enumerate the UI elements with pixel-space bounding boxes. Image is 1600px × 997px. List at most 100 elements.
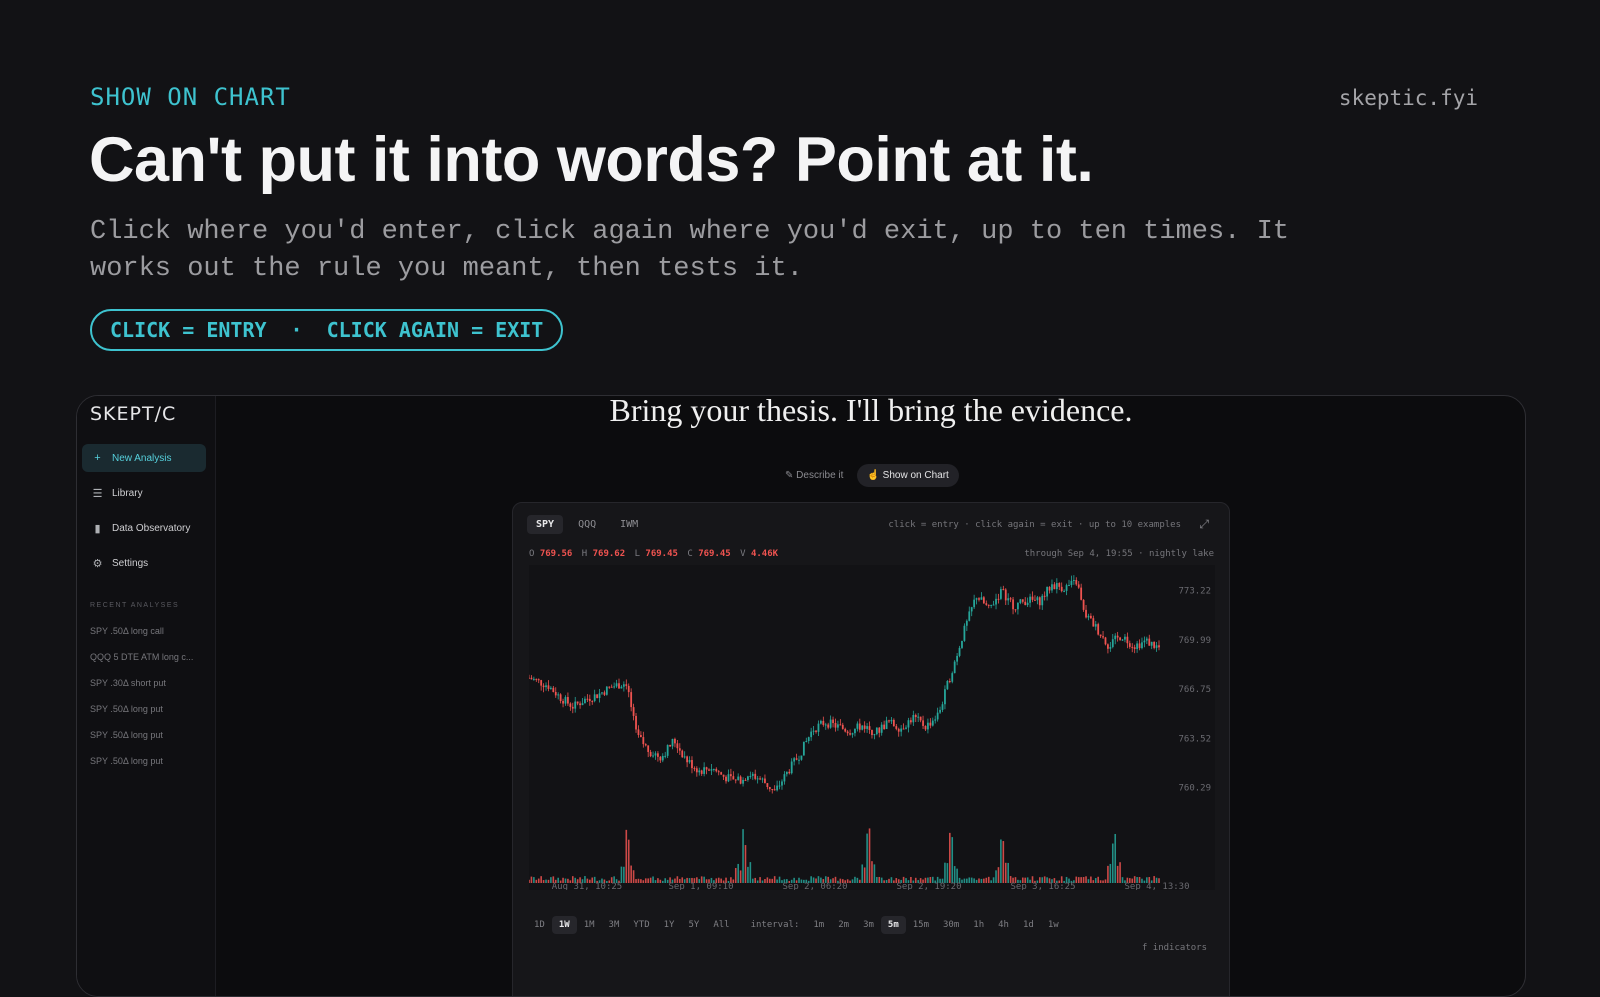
volume-bar — [659, 879, 662, 883]
candle-body — [815, 730, 817, 732]
candle-body — [1031, 596, 1034, 600]
x-tick-label: Sep 2, 06:20 — [782, 882, 847, 890]
volume-bar — [630, 865, 632, 883]
candle-body — [999, 589, 1002, 599]
y-tick-label: 760.29 — [1178, 784, 1211, 794]
candle-body — [834, 722, 837, 728]
interval-4h[interactable]: 4h — [991, 916, 1016, 934]
recent-analysis-item[interactable]: SPY .50Δ long put — [90, 748, 200, 774]
recent-analysis-item[interactable]: SPY .50Δ long put — [90, 696, 200, 722]
expand-icon[interactable]: ⤢ — [1199, 517, 1209, 532]
site-domain[interactable]: skeptic.fyi — [1339, 86, 1478, 110]
interval-1h[interactable]: 1h — [966, 916, 991, 934]
range-1y[interactable]: 1Y — [657, 916, 682, 934]
range-3m[interactable]: 3M — [602, 916, 627, 934]
ticker-tab-iwm[interactable]: IWM — [611, 515, 647, 534]
volume-bar — [756, 880, 759, 883]
recent-analysis-item[interactable]: SPY .30Δ short put — [90, 670, 200, 696]
indicators-link[interactable]: f indicators — [1142, 943, 1207, 953]
volume-bar — [537, 878, 540, 883]
volume-bar — [545, 879, 547, 883]
plus-icon: + — [94, 452, 101, 464]
timeframe-bar: 1D 1W 1M 3M YTD 1Y 5Y All interval: 1m 2m 3m 5m 15m 30… — [527, 916, 1066, 934]
range-5y[interactable]: 5Y — [681, 916, 706, 934]
candle-body — [647, 745, 650, 752]
x-tick-label: Sep 3, 16:25 — [1010, 882, 1075, 890]
candle-body — [1145, 638, 1148, 641]
interval-30m[interactable]: 30m — [936, 916, 966, 934]
candle-body — [744, 779, 747, 781]
range-all[interactable]: All — [706, 916, 736, 934]
range-1d[interactable]: 1D — [527, 916, 552, 934]
candle-body — [773, 789, 776, 791]
candle-body — [659, 756, 662, 761]
sidebar-item-settings[interactable]: ⚙ Settings — [82, 549, 206, 577]
volume-bar — [856, 877, 859, 883]
candle-body — [851, 733, 854, 735]
ohlc-high: 769.62 — [592, 549, 626, 559]
volume-bar — [1099, 880, 1102, 883]
interval-2m[interactable]: 2m — [831, 916, 856, 934]
interval-1w[interactable]: 1w — [1041, 916, 1066, 934]
interval-1m[interactable]: 1m — [806, 916, 831, 934]
candle-body — [671, 738, 674, 747]
candle-body — [980, 597, 983, 600]
range-1m[interactable]: 1M — [577, 916, 602, 934]
candle-body — [868, 726, 871, 730]
ticker-tab-qqq[interactable]: QQQ — [569, 515, 605, 534]
candle-body — [588, 698, 591, 702]
candle-body — [858, 723, 861, 730]
candle-body — [601, 692, 603, 694]
candle-body — [1121, 639, 1124, 641]
sidebar-item-library[interactable]: ☰ Library — [82, 479, 206, 507]
candle-body — [703, 767, 706, 774]
describe-it-tab[interactable]: ✎ Describe it — [777, 465, 851, 486]
candle-body — [1021, 599, 1024, 602]
volume-bar — [1104, 879, 1107, 883]
volume-bar — [1109, 863, 1112, 883]
x-tick-label: Sep 1, 09:10 — [668, 882, 733, 890]
interval-1d[interactable]: 1d — [1016, 916, 1041, 934]
volume-bar — [956, 868, 958, 883]
volume-bar — [747, 866, 749, 883]
candle-body — [931, 720, 934, 726]
candle-body — [929, 722, 932, 726]
candle-body — [1012, 599, 1014, 610]
volume-bar — [1119, 862, 1121, 883]
range-1w[interactable]: 1W — [551, 916, 577, 934]
candle-body — [579, 703, 581, 706]
candle-body — [567, 697, 569, 704]
volume-bar — [1114, 833, 1117, 883]
price-chart[interactable]: 773.22 769.99 766.75 763.52 760.29 Aug 31, 10… — [529, 565, 1215, 890]
volume-bar — [778, 876, 781, 883]
range-ytd[interactable]: YTD — [626, 916, 656, 934]
candle-body — [674, 738, 676, 744]
sidebar-item-data-observatory[interactable]: ▮ Data Observatory — [82, 514, 206, 542]
candle-body — [1043, 595, 1046, 597]
show-on-chart-tab[interactable]: ☝ Show on Chart — [857, 464, 959, 487]
candle-body — [637, 729, 640, 736]
candle-body — [849, 733, 851, 735]
volume-bar — [540, 876, 542, 883]
recent-analysis-item[interactable]: SPY .50Δ long call — [90, 618, 200, 644]
candle-body — [586, 698, 589, 700]
y-tick-label: 773.22 — [1178, 587, 1211, 597]
volume-bar — [771, 878, 774, 883]
recent-analysis-item[interactable]: SPY .50Δ long put — [90, 722, 200, 748]
candle-body — [1004, 589, 1007, 601]
interval-5m[interactable]: 5m — [880, 916, 906, 934]
candle-body — [1138, 643, 1141, 649]
sidebar-item-new-analysis[interactable]: + New Analysis — [82, 444, 206, 472]
interval-15m[interactable]: 15m — [906, 916, 936, 934]
recent-analysis-item[interactable]: QQQ 5 DTE ATM long c... — [90, 644, 200, 670]
candle-body — [574, 701, 577, 709]
candle-body — [790, 761, 793, 774]
volume-bar — [742, 829, 744, 883]
interval-3m[interactable]: 3m — [856, 916, 881, 934]
candle-body — [1072, 579, 1075, 581]
volume-bar — [1075, 876, 1078, 883]
candle-body — [963, 625, 966, 641]
ticker-tab-spy[interactable]: SPY — [527, 515, 564, 534]
candle-body — [788, 771, 791, 774]
candle-body — [1009, 598, 1012, 600]
